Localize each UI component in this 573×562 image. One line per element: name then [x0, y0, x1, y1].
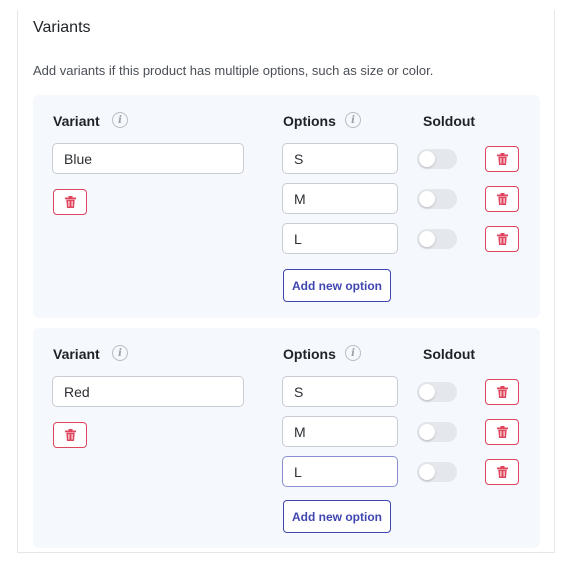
soldout-toggle[interactable]: [417, 422, 457, 442]
trash-icon: [496, 233, 508, 245]
add-new-option-button[interactable]: Add new option: [283, 269, 391, 302]
option-input[interactable]: L: [282, 223, 398, 254]
variant-name-input[interactable]: Red: [52, 376, 244, 407]
variant-block: Variant i Options i Soldout Blue S M L A…: [33, 95, 540, 318]
variant-label: Variant: [53, 346, 100, 362]
soldout-toggle[interactable]: [417, 189, 457, 209]
variant-label: Variant: [53, 113, 100, 129]
delete-option-button[interactable]: [485, 186, 519, 212]
option-input[interactable]: L: [282, 456, 398, 487]
delete-option-button[interactable]: [485, 459, 519, 485]
trash-icon: [496, 466, 508, 478]
add-new-option-button[interactable]: Add new option: [283, 500, 391, 533]
toggle-knob: [419, 151, 435, 167]
delete-option-button[interactable]: [485, 419, 519, 445]
options-label: Options: [283, 346, 336, 362]
section-description: Add variants if this product has multipl…: [33, 63, 434, 78]
toggle-knob: [419, 231, 435, 247]
option-input[interactable]: M: [282, 416, 398, 447]
info-icon[interactable]: i: [112, 112, 128, 128]
soldout-label: Soldout: [423, 346, 476, 362]
option-input[interactable]: S: [282, 376, 398, 407]
info-icon[interactable]: i: [345, 345, 361, 361]
option-input[interactable]: S: [282, 143, 398, 174]
soldout-label: Soldout: [423, 113, 476, 129]
option-input[interactable]: M: [282, 183, 398, 214]
trash-icon: [496, 153, 508, 165]
trash-icon: [64, 429, 76, 441]
delete-option-button[interactable]: [485, 226, 519, 252]
info-icon[interactable]: i: [112, 345, 128, 361]
variant-block: Variant i Options i Soldout Red S M L Ad…: [33, 328, 540, 548]
variant-name-input[interactable]: Blue: [52, 143, 244, 174]
delete-option-button[interactable]: [485, 379, 519, 405]
soldout-toggle[interactable]: [417, 149, 457, 169]
soldout-toggle[interactable]: [417, 462, 457, 482]
info-icon[interactable]: i: [345, 112, 361, 128]
toggle-knob: [419, 384, 435, 400]
toggle-knob: [419, 424, 435, 440]
delete-variant-button[interactable]: [53, 422, 87, 448]
soldout-toggle[interactable]: [417, 382, 457, 402]
delete-variant-button[interactable]: [53, 189, 87, 215]
trash-icon: [496, 386, 508, 398]
delete-option-button[interactable]: [485, 146, 519, 172]
section-title: Variants: [33, 19, 91, 36]
options-label: Options: [283, 113, 336, 129]
toggle-knob: [419, 464, 435, 480]
toggle-knob: [419, 191, 435, 207]
trash-icon: [496, 193, 508, 205]
trash-icon: [496, 426, 508, 438]
trash-icon: [64, 196, 76, 208]
soldout-toggle[interactable]: [417, 229, 457, 249]
